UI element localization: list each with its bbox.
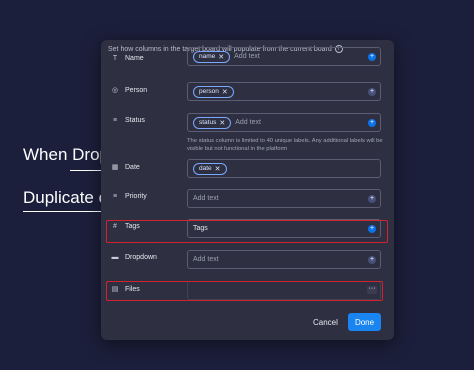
dropdown-icon: ▬ [111,254,119,261]
row-date-label: ▦ Date [111,163,140,172]
close-icon[interactable]: ✕ [215,165,221,173]
status-icon: ≡ [112,117,118,124]
date-field[interactable]: date ✕ [187,159,381,178]
done-button[interactable]: Done [348,313,381,331]
priority-icon: ≡ [112,193,118,200]
person-icon: ◎ [111,87,119,94]
background-heading-1: When Drop [23,145,101,164]
calendar-icon: ▦ [111,164,119,171]
add-icon[interactable]: + [368,256,376,264]
priority-field[interactable]: Add text + [187,189,381,208]
cancel-button[interactable]: Cancel [307,313,341,331]
close-icon[interactable]: ✕ [218,53,224,61]
status-note: The status column is limited to 40 uniqu… [187,138,383,152]
background-underline-2 [23,211,101,212]
person-chip[interactable]: person ✕ [193,85,234,98]
row-person-label: ◎ Person [111,86,148,95]
add-icon[interactable]: + [368,195,376,203]
row-dropdown-label: ▬ Dropdown [111,254,157,261]
tags-highlight-box [106,220,388,243]
person-field[interactable]: person ✕ + [187,82,381,101]
name-field[interactable]: name ✕ Add text + [187,47,381,66]
row-priority: ≡ Priority Add text + [101,188,394,209]
add-icon[interactable]: + [368,53,376,61]
name-chip[interactable]: name ✕ [193,50,231,63]
row-name: T Name name ✕ Add text + [101,47,394,66]
row-person: ◎ Person person ✕ + [101,81,394,102]
text-icon: T [112,55,118,62]
dropdown-field[interactable]: Add text + [187,250,381,269]
add-icon[interactable]: + [368,119,376,127]
row-dropdown: ▬ Dropdown Add text + [101,249,394,270]
background-underline-1 [70,170,102,171]
date-chip[interactable]: date ✕ [193,162,227,175]
background-heading-2: Duplicate c [23,188,101,207]
row-status-label: ≡ Status [112,117,145,124]
close-icon[interactable]: ✕ [222,88,228,96]
status-chip[interactable]: status ✕ [193,116,232,129]
row-date: ▦ Date date ✕ [101,158,394,179]
close-icon[interactable]: ✕ [219,119,225,127]
column-mapping-modal: Set how columns in the target board will… [101,40,394,340]
add-icon[interactable]: + [368,88,376,96]
row-name-label: T Name [112,55,144,62]
files-highlight-box [106,281,383,301]
row-priority-label: ≡ Priority [112,193,147,200]
status-field[interactable]: status ✕ Add text + [187,113,381,132]
